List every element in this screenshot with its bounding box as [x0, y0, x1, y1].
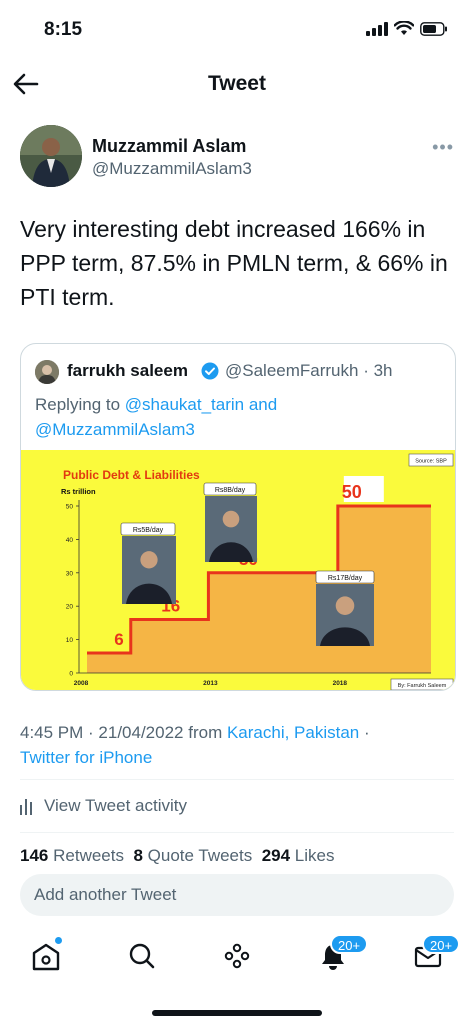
- chart-ytick-label: 20: [66, 604, 74, 611]
- replying-to-prefix: Replying to: [35, 395, 121, 414]
- chart-ytick-label: 50: [66, 504, 74, 511]
- quoted-tweet[interactable]: farrukh saleem @SaleemFarrukh · 3h Reply…: [20, 343, 456, 691]
- portrait-face: [335, 596, 355, 615]
- engagement-stats: 146 Retweets 8 Quote Tweets 294 Likes: [20, 846, 334, 866]
- tweet-text: Very interesting debt increased 166% in …: [20, 216, 448, 310]
- chart-source: Source: SBP: [415, 459, 447, 465]
- view-activity-label: View Tweet activity: [44, 796, 187, 815]
- wifi-icon: [394, 21, 414, 35]
- retweets-count: 146: [20, 846, 49, 865]
- chart-ylabel: Rs trillion: [61, 487, 96, 496]
- avatar[interactable]: [20, 125, 82, 187]
- home-indicator: [152, 1010, 322, 1016]
- tweet-location-link[interactable]: Karachi, Pakistan: [227, 723, 359, 742]
- view-activity-button[interactable]: View Tweet activity: [20, 793, 187, 819]
- reply-mention-1[interactable]: @shaukat_tarin and: [125, 395, 277, 414]
- chart-credit: By: Farrukh Saleem: [398, 683, 447, 689]
- chart-callout: Rs5B/day: [120, 522, 176, 604]
- status-icons: [366, 21, 448, 36]
- quoted-handle-time: @SaleemFarrukh · 3h: [225, 361, 393, 380]
- debt-chart-image[interactable]: 010203040502008201320182021 6163050 Rs5B…: [21, 450, 455, 690]
- portrait-face: [222, 510, 240, 528]
- likes-stat[interactable]: 294 Likes: [262, 846, 335, 865]
- chart-xtick-label: 2013: [203, 680, 218, 687]
- status-bar: 8:15: [0, 0, 474, 60]
- chart-callout: Rs17B/day: [315, 570, 375, 646]
- likes-count: 294: [261, 846, 291, 865]
- quotes-label: Quote Tweets: [147, 846, 253, 865]
- chart-callout: Rs8B/day: [203, 482, 257, 562]
- chart-ytick-label: 10: [66, 637, 74, 644]
- reply-composer[interactable]: [20, 874, 454, 916]
- tweet-author: Muzzammil Aslam @MuzzammilAslam3 •••: [20, 125, 460, 189]
- chart-step-label: 50: [342, 482, 362, 502]
- page-title: Tweet: [208, 72, 266, 95]
- search-icon[interactable]: [122, 936, 162, 976]
- quoted-avatar: [35, 360, 59, 384]
- retweets-label: Retweets: [53, 846, 124, 865]
- callout-label: Rs5B/day: [133, 527, 164, 534]
- bottom-tab-bar: 20+ 20+: [0, 924, 474, 994]
- callout-label: Rs17B/day: [328, 575, 363, 582]
- analytics-icon: [20, 799, 32, 815]
- cellular-signal-icon: [366, 21, 388, 36]
- reply-input[interactable]: [34, 874, 434, 916]
- divider: [20, 779, 454, 780]
- replying-to: Replying to @shaukat_tarin and @Muzzammi…: [35, 392, 435, 442]
- meta-separator: ·: [364, 723, 370, 742]
- chart-title: Public Debt & Liabilities: [63, 468, 200, 482]
- chart-xtick-label: 2008: [74, 680, 89, 687]
- retweets-stat[interactable]: 146 Retweets: [20, 846, 124, 865]
- spaces-icon[interactable]: [217, 936, 257, 976]
- divider: [20, 832, 454, 833]
- portrait-face: [140, 551, 158, 569]
- chart-svg: 010203040502008201320182021 6163050 Rs5B…: [21, 450, 455, 690]
- tweet-client-link[interactable]: Twitter for iPhone: [20, 748, 152, 767]
- battery-icon: [420, 21, 447, 36]
- author-name[interactable]: Muzzammil Aslam: [92, 136, 246, 157]
- status-time: 8:15: [44, 19, 83, 40]
- more-options-icon[interactable]: •••: [432, 137, 454, 158]
- tweet-time-date: 4:45 PM · 21/04/2022 from: [20, 723, 223, 742]
- callout-label: Rs8B/day: [215, 487, 246, 494]
- chart-ytick-label: 0: [69, 671, 73, 678]
- chart-ytick-label: 40: [66, 537, 74, 544]
- tweet-meta: 4:45 PM · 21/04/2022 from Karachi, Pakis…: [20, 720, 460, 770]
- quotes-count: 8: [133, 846, 143, 865]
- chart-step-label: 6: [114, 630, 123, 649]
- messages-badge: 20+: [422, 934, 461, 954]
- quote-tweets-stat[interactable]: 8 Quote Tweets: [133, 846, 252, 865]
- home-unread-dot: [55, 937, 62, 944]
- likes-label: Likes: [294, 846, 335, 865]
- verified-badge-icon: [201, 362, 219, 380]
- author-handle[interactable]: @MuzzammilAslam3: [92, 159, 252, 179]
- quoted-author-name: farrukh saleem: [67, 361, 188, 380]
- chart-ytick-label: 30: [66, 570, 74, 577]
- notifications-badge: 20+: [330, 934, 369, 954]
- top-bar: Tweet: [0, 60, 474, 108]
- chart-xtick-label: 2018: [333, 680, 348, 687]
- reply-mention-2[interactable]: @MuzzammilAslam3: [35, 420, 195, 439]
- avatar-image: [20, 125, 82, 187]
